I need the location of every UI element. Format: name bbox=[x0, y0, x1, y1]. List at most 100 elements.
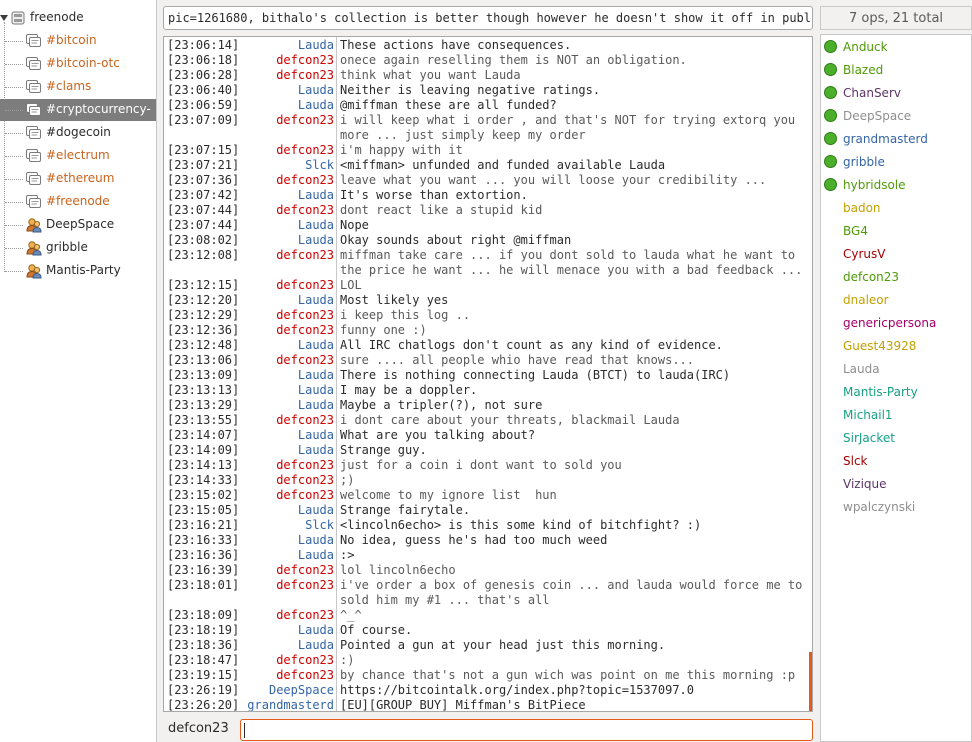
tree-item-bitcoin-otc[interactable]: #bitcoin-otc bbox=[0, 53, 156, 75]
nick[interactable]: Lauda bbox=[298, 338, 334, 353]
tree-item-gribble[interactable]: gribble bbox=[0, 237, 156, 259]
user-list-item[interactable]: dnaleor bbox=[821, 289, 971, 311]
nick[interactable]: defcon23 bbox=[276, 563, 334, 578]
user-list-item[interactable]: Lauda bbox=[821, 358, 971, 380]
nick[interactable]: defcon23 bbox=[276, 143, 334, 158]
tree-item-deepspace[interactable]: DeepSpace bbox=[0, 214, 156, 236]
nick[interactable]: Lauda bbox=[298, 428, 334, 443]
user-name: BG4 bbox=[843, 224, 868, 238]
nick[interactable]: defcon23 bbox=[276, 668, 334, 683]
timestamp: [23:14:33] bbox=[167, 473, 240, 487]
nick[interactable]: defcon23 bbox=[276, 203, 334, 218]
nick[interactable]: Lauda bbox=[298, 98, 334, 113]
nick[interactable]: defcon23 bbox=[276, 473, 334, 488]
user-list-item[interactable]: Vizique bbox=[821, 473, 971, 495]
chat-line: [23:15:05] Lauda Strange fairytale. bbox=[164, 503, 812, 518]
chat-scrollbar[interactable] bbox=[809, 652, 812, 711]
nick[interactable]: Slck bbox=[305, 158, 334, 173]
user-list-item[interactable]: Michail1 bbox=[821, 404, 971, 426]
user-list-item[interactable]: wpalczynski bbox=[821, 496, 971, 518]
nick[interactable]: grandmasterd bbox=[247, 698, 334, 711]
user-list-item[interactable]: defcon23 bbox=[821, 266, 971, 288]
nick[interactable]: defcon23 bbox=[276, 308, 334, 323]
chat-bubble-icon bbox=[26, 126, 41, 139]
nick[interactable]: defcon23 bbox=[276, 353, 334, 368]
own-nick-label[interactable]: defcon23 bbox=[168, 721, 229, 736]
nick[interactable]: defcon23 bbox=[276, 323, 334, 338]
nick[interactable]: Lauda bbox=[298, 218, 334, 233]
chat-line: [23:13:09] Lauda There is nothing connecti… bbox=[164, 368, 812, 383]
user-list-item[interactable]: ChanServ bbox=[821, 82, 971, 104]
tree-server-freenode[interactable]: freenode bbox=[0, 7, 156, 29]
nick[interactable]: defcon23 bbox=[276, 278, 334, 293]
user-list-item[interactable]: grandmasterd bbox=[821, 128, 971, 150]
user-list-item[interactable]: BG4 bbox=[821, 220, 971, 242]
tree-item-bitcoin[interactable]: #bitcoin bbox=[0, 30, 156, 52]
nick[interactable]: defcon23 bbox=[276, 413, 334, 428]
nick[interactable]: defcon23 bbox=[276, 458, 334, 473]
message-text: Okay sounds about right @miffman bbox=[340, 233, 572, 247]
user-list-item[interactable]: gribble bbox=[821, 151, 971, 173]
nick[interactable]: Lauda bbox=[298, 638, 334, 653]
expander-down-icon[interactable] bbox=[0, 15, 8, 21]
nick[interactable]: Lauda bbox=[298, 233, 334, 248]
user-name: SirJacket bbox=[843, 431, 895, 445]
user-list-item[interactable]: CyrusV bbox=[821, 243, 971, 265]
user-list-item[interactable]: genericpersona bbox=[821, 312, 971, 334]
chat-line: [23:12:08] defcon23 miffman take care ... … bbox=[164, 248, 812, 263]
nick[interactable]: Lauda bbox=[298, 503, 334, 518]
tree-item-dogecoin[interactable]: #dogecoin bbox=[0, 122, 156, 144]
nick[interactable]: Lauda bbox=[298, 398, 334, 413]
user-name: hybridsole bbox=[843, 178, 906, 192]
message-text: I may be a doppler. bbox=[340, 383, 478, 397]
tree-item-clams[interactable]: #clams bbox=[0, 76, 156, 98]
nick[interactable]: Lauda bbox=[298, 293, 334, 308]
nick[interactable]: defcon23 bbox=[276, 488, 334, 503]
tree-item-mantis-party[interactable]: Mantis-Party bbox=[0, 260, 156, 282]
tree-server-label: freenode bbox=[30, 10, 84, 24]
nick[interactable]: Lauda bbox=[298, 38, 334, 53]
user-list-item[interactable]: DeepSpace bbox=[821, 105, 971, 127]
topic-bar[interactable]: pic=1261680, bithalo's collection is bet… bbox=[163, 6, 813, 30]
user-list-item[interactable]: Guest43928 bbox=[821, 335, 971, 357]
nick[interactable]: DeepSpace bbox=[269, 683, 334, 698]
user-list-item[interactable]: Blazed bbox=[821, 59, 971, 81]
tree-item-ethereum[interactable]: #ethereum bbox=[0, 168, 156, 190]
nick[interactable]: defcon23 bbox=[276, 248, 334, 263]
nick[interactable]: defcon23 bbox=[276, 578, 334, 593]
chat-line: [23:26:20] grandmasterd [EU][GROUP BUY] Mi… bbox=[164, 698, 812, 711]
timestamp: [23:14:09] bbox=[167, 443, 240, 457]
user-list-item[interactable]: Slck bbox=[821, 450, 971, 472]
nick[interactable]: Lauda bbox=[298, 623, 334, 638]
chat-line: [23:12:20] Lauda Most likely yes bbox=[164, 293, 812, 308]
nick[interactable]: Lauda bbox=[298, 548, 334, 563]
message-input[interactable] bbox=[240, 719, 813, 741]
nick[interactable]: defcon23 bbox=[276, 608, 334, 623]
nick[interactable]: defcon23 bbox=[276, 653, 334, 668]
nick[interactable]: Slck bbox=[305, 518, 334, 533]
nick[interactable]: defcon23 bbox=[276, 68, 334, 83]
nick[interactable]: defcon23 bbox=[276, 173, 334, 188]
tree-item-electrum[interactable]: #electrum bbox=[0, 145, 156, 167]
nick[interactable]: Lauda bbox=[298, 83, 334, 98]
tree-branch-line bbox=[5, 87, 23, 88]
chat-line: [23:12:29] defcon23 i keep this log .. bbox=[164, 308, 812, 323]
nick[interactable]: Lauda bbox=[298, 188, 334, 203]
user-list-item[interactable]: badon bbox=[821, 197, 971, 219]
user-list-item[interactable]: SirJacket bbox=[821, 427, 971, 449]
user-list-item[interactable]: Anduck bbox=[821, 36, 971, 58]
nick[interactable]: Lauda bbox=[298, 383, 334, 398]
tree-item-freenode[interactable]: #freenode bbox=[0, 191, 156, 213]
nick[interactable]: Lauda bbox=[298, 368, 334, 383]
chat-log[interactable]: [23:06:14] Lauda These actions have conseq… bbox=[163, 36, 813, 712]
user-list-item[interactable]: Mantis-Party bbox=[821, 381, 971, 403]
tree-item-cryptocurrency-[interactable]: #cryptocurrency- bbox=[0, 99, 156, 121]
user-list[interactable]: Anduck Blazed ChanServ DeepSpace grandmaster… bbox=[820, 34, 972, 742]
nick[interactable]: defcon23 bbox=[276, 53, 334, 68]
nick[interactable]: defcon23 bbox=[276, 113, 334, 128]
user-avatar-icon bbox=[26, 241, 42, 256]
nick[interactable]: Lauda bbox=[298, 533, 334, 548]
user-list-item[interactable]: hybridsole bbox=[821, 174, 971, 196]
nick[interactable]: Lauda bbox=[298, 443, 334, 458]
chat-line: [23:14:13] defcon23 just for a coin i dont… bbox=[164, 458, 812, 473]
